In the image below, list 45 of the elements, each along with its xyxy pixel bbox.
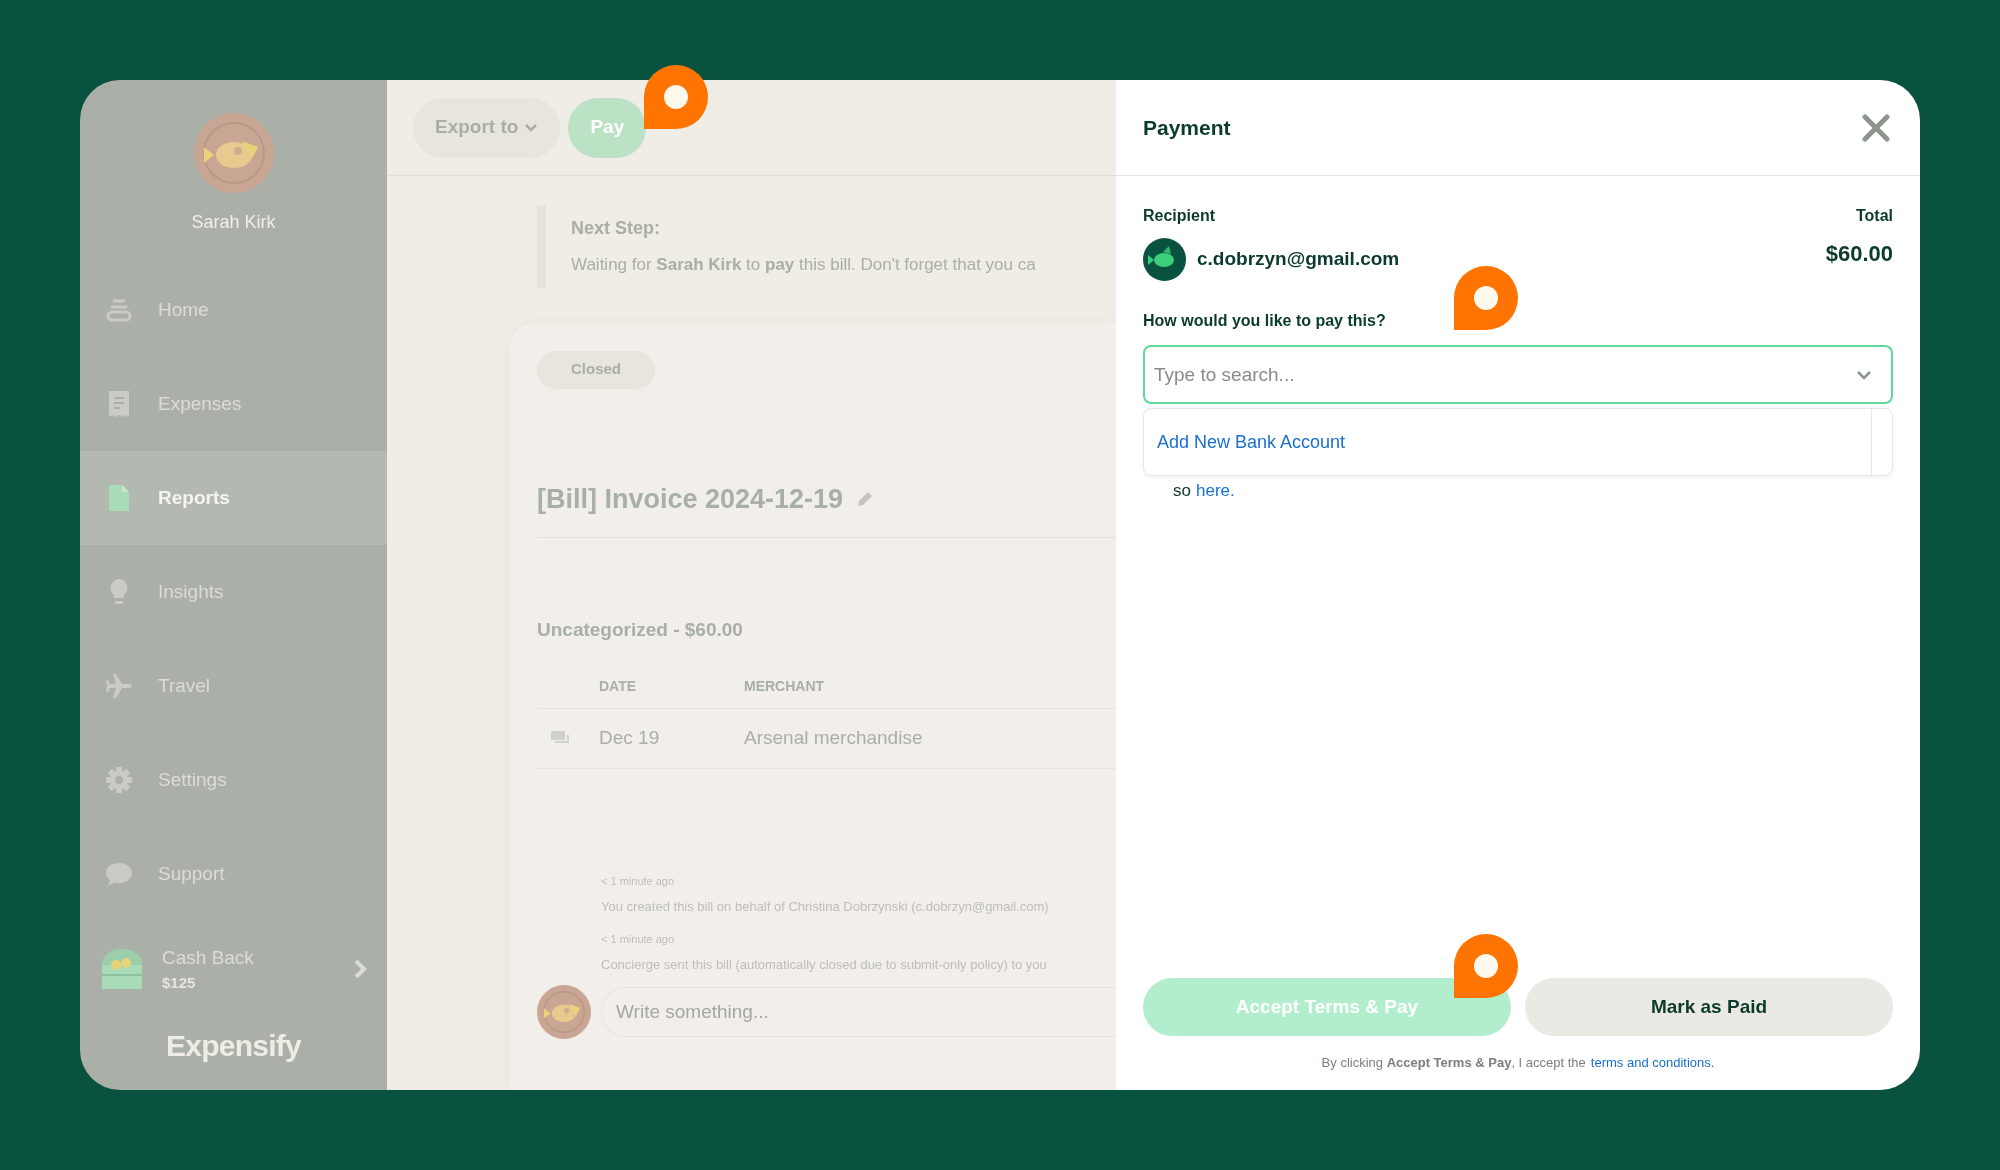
table-cell-text: Arsenal merchandise [744, 725, 923, 750]
next-step-text: Waiting for Sarah Kirk to pay this bill. Don't forget that you ca [571, 254, 1037, 276]
avatar-icon [193, 113, 274, 193]
chevron-down-icon [524, 122, 539, 133]
expense-row[interactable]: Dec 19 Arsenal merchandise [537, 708, 1116, 769]
cash-icon [550, 730, 570, 746]
column-header: MERCHANT [744, 676, 825, 696]
panel-title: Payment [1143, 114, 1231, 141]
column-header: DATE [599, 676, 638, 696]
terms-notice: By clicking Accept Terms & Pay, I accept the [1321, 1054, 1586, 1073]
user-name: Sarah Kirk [191, 211, 276, 234]
terms-link[interactable]: terms and conditions. [1590, 1053, 1715, 1073]
reports-icon [108, 484, 130, 512]
logo: Expensify [166, 1028, 301, 1064]
recipient-email: c.dobrzyn@gmail.com [1197, 247, 1400, 272]
recipient-avatar-icon [1143, 238, 1186, 281]
pay-button[interactable]: Pay [568, 97, 647, 158]
question-label: How would you like to pay this? [1143, 311, 1387, 331]
accept-pay-button[interactable]: Accept Terms & Pay [1143, 978, 1511, 1036]
chevron-right-icon [353, 958, 367, 980]
insights-icon [109, 578, 129, 606]
recipient-label: Recipient [1143, 206, 1216, 226]
dropdown-option[interactable]: Add New Bank Account [1157, 428, 1346, 456]
category-heading: Uncategorized - $60.00 [537, 618, 744, 642]
home-icon [106, 298, 132, 322]
avatar-icon [537, 984, 591, 1039]
cash-back-amount: $125 [162, 973, 197, 993]
comment-field[interactable]: Write something... [601, 986, 1116, 1037]
export-button[interactable]: Export to [413, 97, 561, 158]
hint-text: so [1173, 480, 1191, 502]
nav-item[interactable]: Reports [80, 451, 387, 545]
here-link[interactable]: here. [1195, 478, 1235, 504]
travel-icon [105, 673, 133, 699]
mark-paid-button[interactable]: Mark as Paid [1525, 978, 1893, 1036]
support-icon [105, 861, 133, 887]
status-badge: Closed [537, 350, 655, 389]
table-cell-text: Dec 19 [599, 725, 661, 750]
next-step-title: Next Step: [571, 217, 661, 240]
expenses-icon [108, 390, 130, 418]
report-title: [Bill] Invoice 2024-12-19 [537, 482, 844, 516]
close-icon [1862, 113, 1890, 142]
total-label: Total [1855, 206, 1893, 226]
chevron-down-icon [1856, 370, 1872, 380]
total-amount: $60.00 [1825, 240, 1893, 268]
search-field[interactable]: Type to search... [1143, 345, 1893, 404]
